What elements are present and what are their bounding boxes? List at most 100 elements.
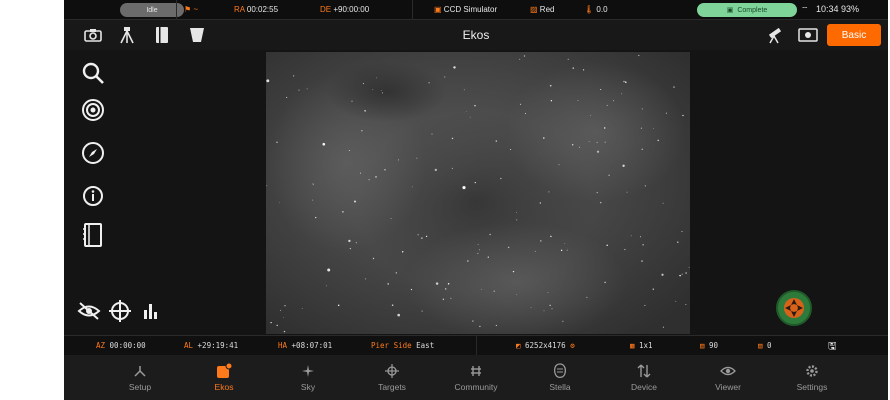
capture-camera-icon[interactable] [82, 25, 104, 45]
star [500, 177, 502, 180]
star [384, 169, 386, 171]
star [516, 294, 518, 295]
star [644, 185, 646, 187]
star [428, 82, 430, 84]
star [562, 320, 564, 322]
nav-ekos[interactable]: Ekos [183, 355, 265, 400]
star [327, 268, 331, 272]
star [362, 83, 364, 85]
job-complete-badge[interactable]: ▣ Complete [697, 3, 797, 17]
exposure-readout: ▤ 90 [700, 341, 718, 350]
star [572, 67, 575, 69]
star [516, 219, 518, 221]
histogram-icon[interactable] [138, 298, 164, 324]
hide-overlay-icon[interactable] [76, 298, 102, 324]
scheduler-notebook-icon[interactable] [151, 25, 173, 45]
notebook-icon[interactable] [80, 222, 106, 248]
star [410, 288, 413, 291]
star [688, 266, 690, 268]
live-view-icon[interactable] [797, 25, 819, 45]
divider [476, 336, 477, 355]
sky-icon [301, 363, 315, 379]
nav-device[interactable]: Device [603, 355, 685, 400]
ekos-app: Idle ⚑ ~ RA 00:02:55 DE +90:00:00 ▣ CCD … [64, 0, 888, 400]
telescope-icon[interactable] [764, 25, 786, 45]
captured-icon: ▤ [758, 341, 763, 350]
star [543, 137, 545, 139]
nav-sky[interactable]: Sky [267, 355, 349, 400]
captured-image-view[interactable] [266, 52, 690, 334]
star [487, 256, 489, 258]
star [603, 127, 606, 129]
star [306, 88, 308, 90]
filter-icon: ▨ [530, 5, 538, 14]
ha-readout: HA +08:07:01 [278, 341, 332, 350]
nav-community[interactable]: Community [435, 355, 517, 400]
resolution-readout[interactable]: ◩ 6252x4176 ⚙ [516, 341, 575, 350]
de-value: +90:00:00 [333, 5, 370, 14]
filter-status[interactable]: ▨ Red [530, 5, 554, 14]
star [354, 200, 356, 203]
star [326, 285, 327, 287]
compass-icon[interactable] [80, 140, 106, 166]
star [479, 325, 481, 328]
nav-label: Setup [128, 382, 152, 392]
star [641, 260, 643, 262]
star [681, 273, 683, 275]
star [661, 273, 664, 276]
star [434, 168, 437, 172]
star [675, 300, 677, 302]
star [477, 253, 479, 254]
star [582, 69, 585, 71]
star [372, 257, 375, 260]
nav-stella[interactable]: Stella [519, 355, 601, 400]
star [397, 313, 401, 317]
star [543, 310, 545, 312]
star [322, 142, 326, 146]
nav-setup[interactable]: Setup [99, 355, 181, 400]
nav-targets[interactable]: Targets [351, 355, 433, 400]
star [512, 270, 515, 273]
pier-value: East [416, 341, 435, 350]
gear-icon[interactable]: ⚙ [570, 341, 575, 350]
filter-wheel-icon[interactable] [186, 25, 208, 45]
bottom-nav: Setup Ekos Sky Targets Community Stella … [64, 355, 888, 400]
star [472, 320, 474, 322]
nav-settings[interactable]: Settings [771, 355, 853, 400]
star [380, 90, 382, 91]
basic-mode-button[interactable]: Basic [827, 24, 881, 46]
mount-tripod-icon[interactable] [116, 25, 138, 45]
star [279, 202, 281, 204]
star [586, 296, 588, 298]
star [682, 114, 684, 117]
device-icon [637, 363, 651, 379]
mount-control-button[interactable] [776, 290, 812, 326]
nav-label: Targets [378, 382, 406, 392]
star [280, 309, 281, 311]
star [390, 218, 392, 219]
star [624, 248, 626, 251]
star [359, 172, 361, 174]
star [665, 112, 667, 114]
star [368, 179, 370, 181]
nebula-image [266, 52, 690, 334]
camera-status[interactable]: ▣ CCD Simulator [434, 5, 497, 14]
info-icon[interactable] [80, 183, 106, 209]
job-state-label: Complete [737, 6, 768, 14]
star [673, 86, 675, 88]
star [493, 290, 495, 292]
star [596, 150, 600, 153]
nav-viewer[interactable]: Viewer [687, 355, 769, 400]
search-icon[interactable] [80, 60, 106, 86]
community-icon [469, 363, 483, 379]
status-bar: Idle ⚑ ~ RA 00:02:55 DE +90:00:00 ▣ CCD … [64, 0, 888, 20]
page-title: Ekos [462, 28, 490, 42]
save-icon[interactable]: 🖫 [828, 339, 837, 356]
crosshair-icon[interactable] [107, 298, 133, 324]
star [550, 100, 553, 102]
target-icon[interactable] [80, 97, 106, 123]
star [355, 242, 357, 244]
star [657, 139, 659, 142]
ra-readout: RA 00:02:55 [234, 5, 278, 14]
star [467, 260, 469, 262]
